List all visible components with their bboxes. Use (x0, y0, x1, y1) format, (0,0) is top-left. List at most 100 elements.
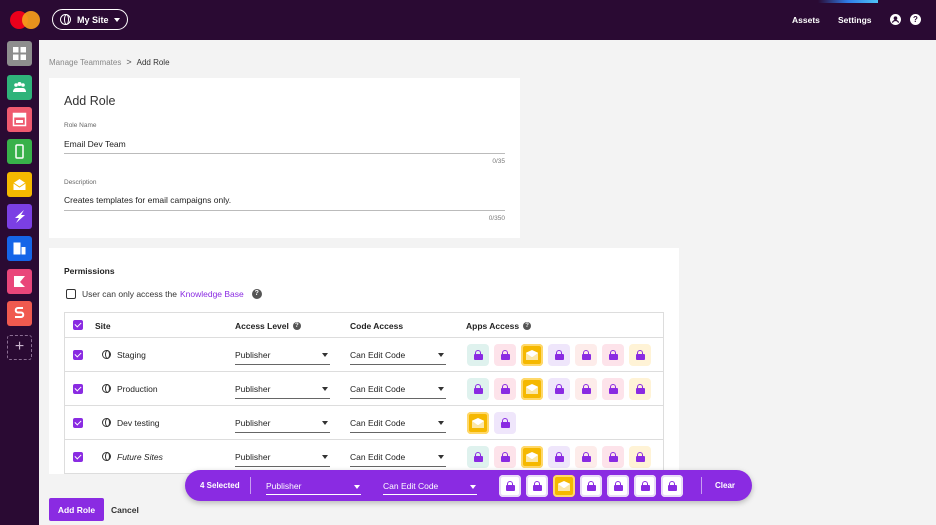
app-access-toggle[interactable] (548, 344, 570, 366)
help-icon[interactable]: ? (251, 289, 262, 299)
access-level-select[interactable]: Publisher (235, 381, 330, 399)
row-checkbox[interactable] (73, 418, 83, 428)
app-access-toggle[interactable] (467, 378, 489, 400)
web-studio-icon[interactable] (7, 107, 32, 132)
app-access-toggle[interactable] (494, 446, 516, 468)
code-access-value: Can Edit Code (350, 418, 406, 428)
code-access-value: Can Edit Code (350, 384, 406, 394)
bulk-selection-bar: 4 Selected Publisher Can Edit Code Clear (185, 470, 752, 501)
dashboard-icon[interactable] (7, 41, 32, 66)
knowledge-base-option: User can only access the Knowledge Base … (66, 289, 262, 299)
access-level-select[interactable]: Publisher (235, 449, 330, 467)
role-name-input[interactable]: Email Dev Team (64, 139, 126, 149)
lock-icon (554, 350, 564, 360)
app-access-toggle[interactable] (494, 378, 516, 400)
code-access-select[interactable]: Can Edit Code (350, 415, 446, 433)
forms-icon[interactable] (7, 269, 32, 294)
lock-icon (473, 384, 483, 394)
select-all-checkbox[interactable] (73, 320, 83, 330)
email-app-toggle[interactable] (521, 344, 543, 366)
description-input[interactable]: Creates templates for email campaigns on… (64, 195, 231, 205)
app-access-toggle[interactable] (548, 446, 570, 468)
code-access-select[interactable]: Can Edit Code (350, 347, 446, 365)
blocks-icon[interactable] (7, 236, 32, 261)
email-app-toggle[interactable] (553, 475, 575, 497)
app-access-toggle[interactable] (580, 475, 602, 497)
envelope-icon (526, 350, 538, 360)
knowledge-base-link[interactable]: Knowledge Base (180, 289, 244, 299)
help-icon[interactable]: ? (292, 322, 301, 330)
breadcrumb-parent-link[interactable]: Manage Teammates (49, 58, 121, 67)
bulk-code-access-value: Can Edit Code (383, 481, 439, 491)
clear-selection-button[interactable]: Clear (715, 481, 735, 490)
breadcrumb: Manage Teammates > Add Role (49, 57, 170, 67)
cancel-button[interactable]: Cancel (111, 498, 139, 521)
lock-icon (581, 384, 591, 394)
assets-link[interactable]: Assets (792, 15, 820, 25)
chevron-down-icon (470, 485, 476, 489)
lock-icon (581, 452, 591, 462)
row-checkbox[interactable] (73, 452, 83, 462)
user-account-icon[interactable] (890, 14, 901, 25)
row-checkbox[interactable] (73, 384, 83, 394)
accelerate-icon[interactable] (7, 204, 32, 229)
app-access-toggle[interactable] (602, 344, 624, 366)
settings-link[interactable]: Settings (838, 15, 872, 25)
role-name-underline (64, 153, 505, 154)
access-level-value: Publisher (235, 418, 271, 428)
add-app-button[interactable]: + (7, 335, 32, 360)
bulk-access-level-select[interactable]: Publisher (266, 477, 361, 495)
app-access-toggle[interactable] (607, 475, 629, 497)
sparkpost-icon[interactable] (7, 301, 32, 326)
site-switcher[interactable]: My Site (52, 9, 128, 30)
app-access-toggle[interactable] (494, 344, 516, 366)
lock-icon (608, 350, 618, 360)
app-access-toggle[interactable] (548, 378, 570, 400)
table-row: Dev testing Publisher Can Edit Code (65, 406, 663, 440)
add-role-button[interactable]: Add Role (49, 498, 104, 521)
table-row: Future Sites Publisher Can Edit Code (65, 440, 663, 474)
lock-icon (586, 481, 596, 491)
access-level-select[interactable]: Publisher (235, 347, 330, 365)
email-app-toggle[interactable] (467, 412, 489, 434)
app-access-toggle[interactable] (629, 344, 651, 366)
lock-icon (581, 350, 591, 360)
teammates-icon[interactable] (7, 75, 32, 100)
mobile-icon[interactable] (7, 139, 32, 164)
help-icon[interactable]: ? (910, 14, 921, 25)
lock-icon (608, 452, 618, 462)
app-access-toggle[interactable] (602, 378, 624, 400)
knowledge-base-checkbox[interactable] (66, 289, 76, 299)
row-checkbox[interactable] (73, 350, 83, 360)
app-access-toggle[interactable] (634, 475, 656, 497)
email-icon[interactable] (7, 172, 32, 197)
code-access-select[interactable]: Can Edit Code (350, 381, 446, 399)
envelope-icon (526, 384, 538, 394)
lock-icon (667, 481, 677, 491)
app-access-toggle[interactable] (494, 412, 516, 434)
app-access-toggle[interactable] (575, 446, 597, 468)
code-access-select[interactable]: Can Edit Code (350, 449, 446, 467)
app-access-toggle[interactable] (499, 475, 521, 497)
email-app-toggle[interactable] (521, 446, 543, 468)
app-access-toggle[interactable] (629, 378, 651, 400)
app-access-toggle[interactable] (467, 446, 489, 468)
lock-icon (500, 350, 510, 360)
app-access-toggle[interactable] (661, 475, 683, 497)
app-access-toggle[interactable] (602, 446, 624, 468)
app-access-toggle[interactable] (467, 344, 489, 366)
brand-logo[interactable] (10, 11, 44, 29)
app-access-toggle[interactable] (526, 475, 548, 497)
access-level-select[interactable]: Publisher (235, 415, 330, 433)
bulk-code-access-select[interactable]: Can Edit Code (383, 477, 477, 495)
help-icon[interactable]: ? (523, 322, 532, 330)
app-access-toggle[interactable] (575, 378, 597, 400)
access-level-value: Publisher (235, 350, 271, 360)
app-access-toggle[interactable] (575, 344, 597, 366)
lock-icon (500, 384, 510, 394)
column-access-level-label: Access Level (235, 321, 289, 331)
site-name: Production (117, 384, 158, 394)
chevron-down-icon (322, 387, 328, 391)
email-app-toggle[interactable] (521, 378, 543, 400)
app-access-toggle[interactable] (629, 446, 651, 468)
